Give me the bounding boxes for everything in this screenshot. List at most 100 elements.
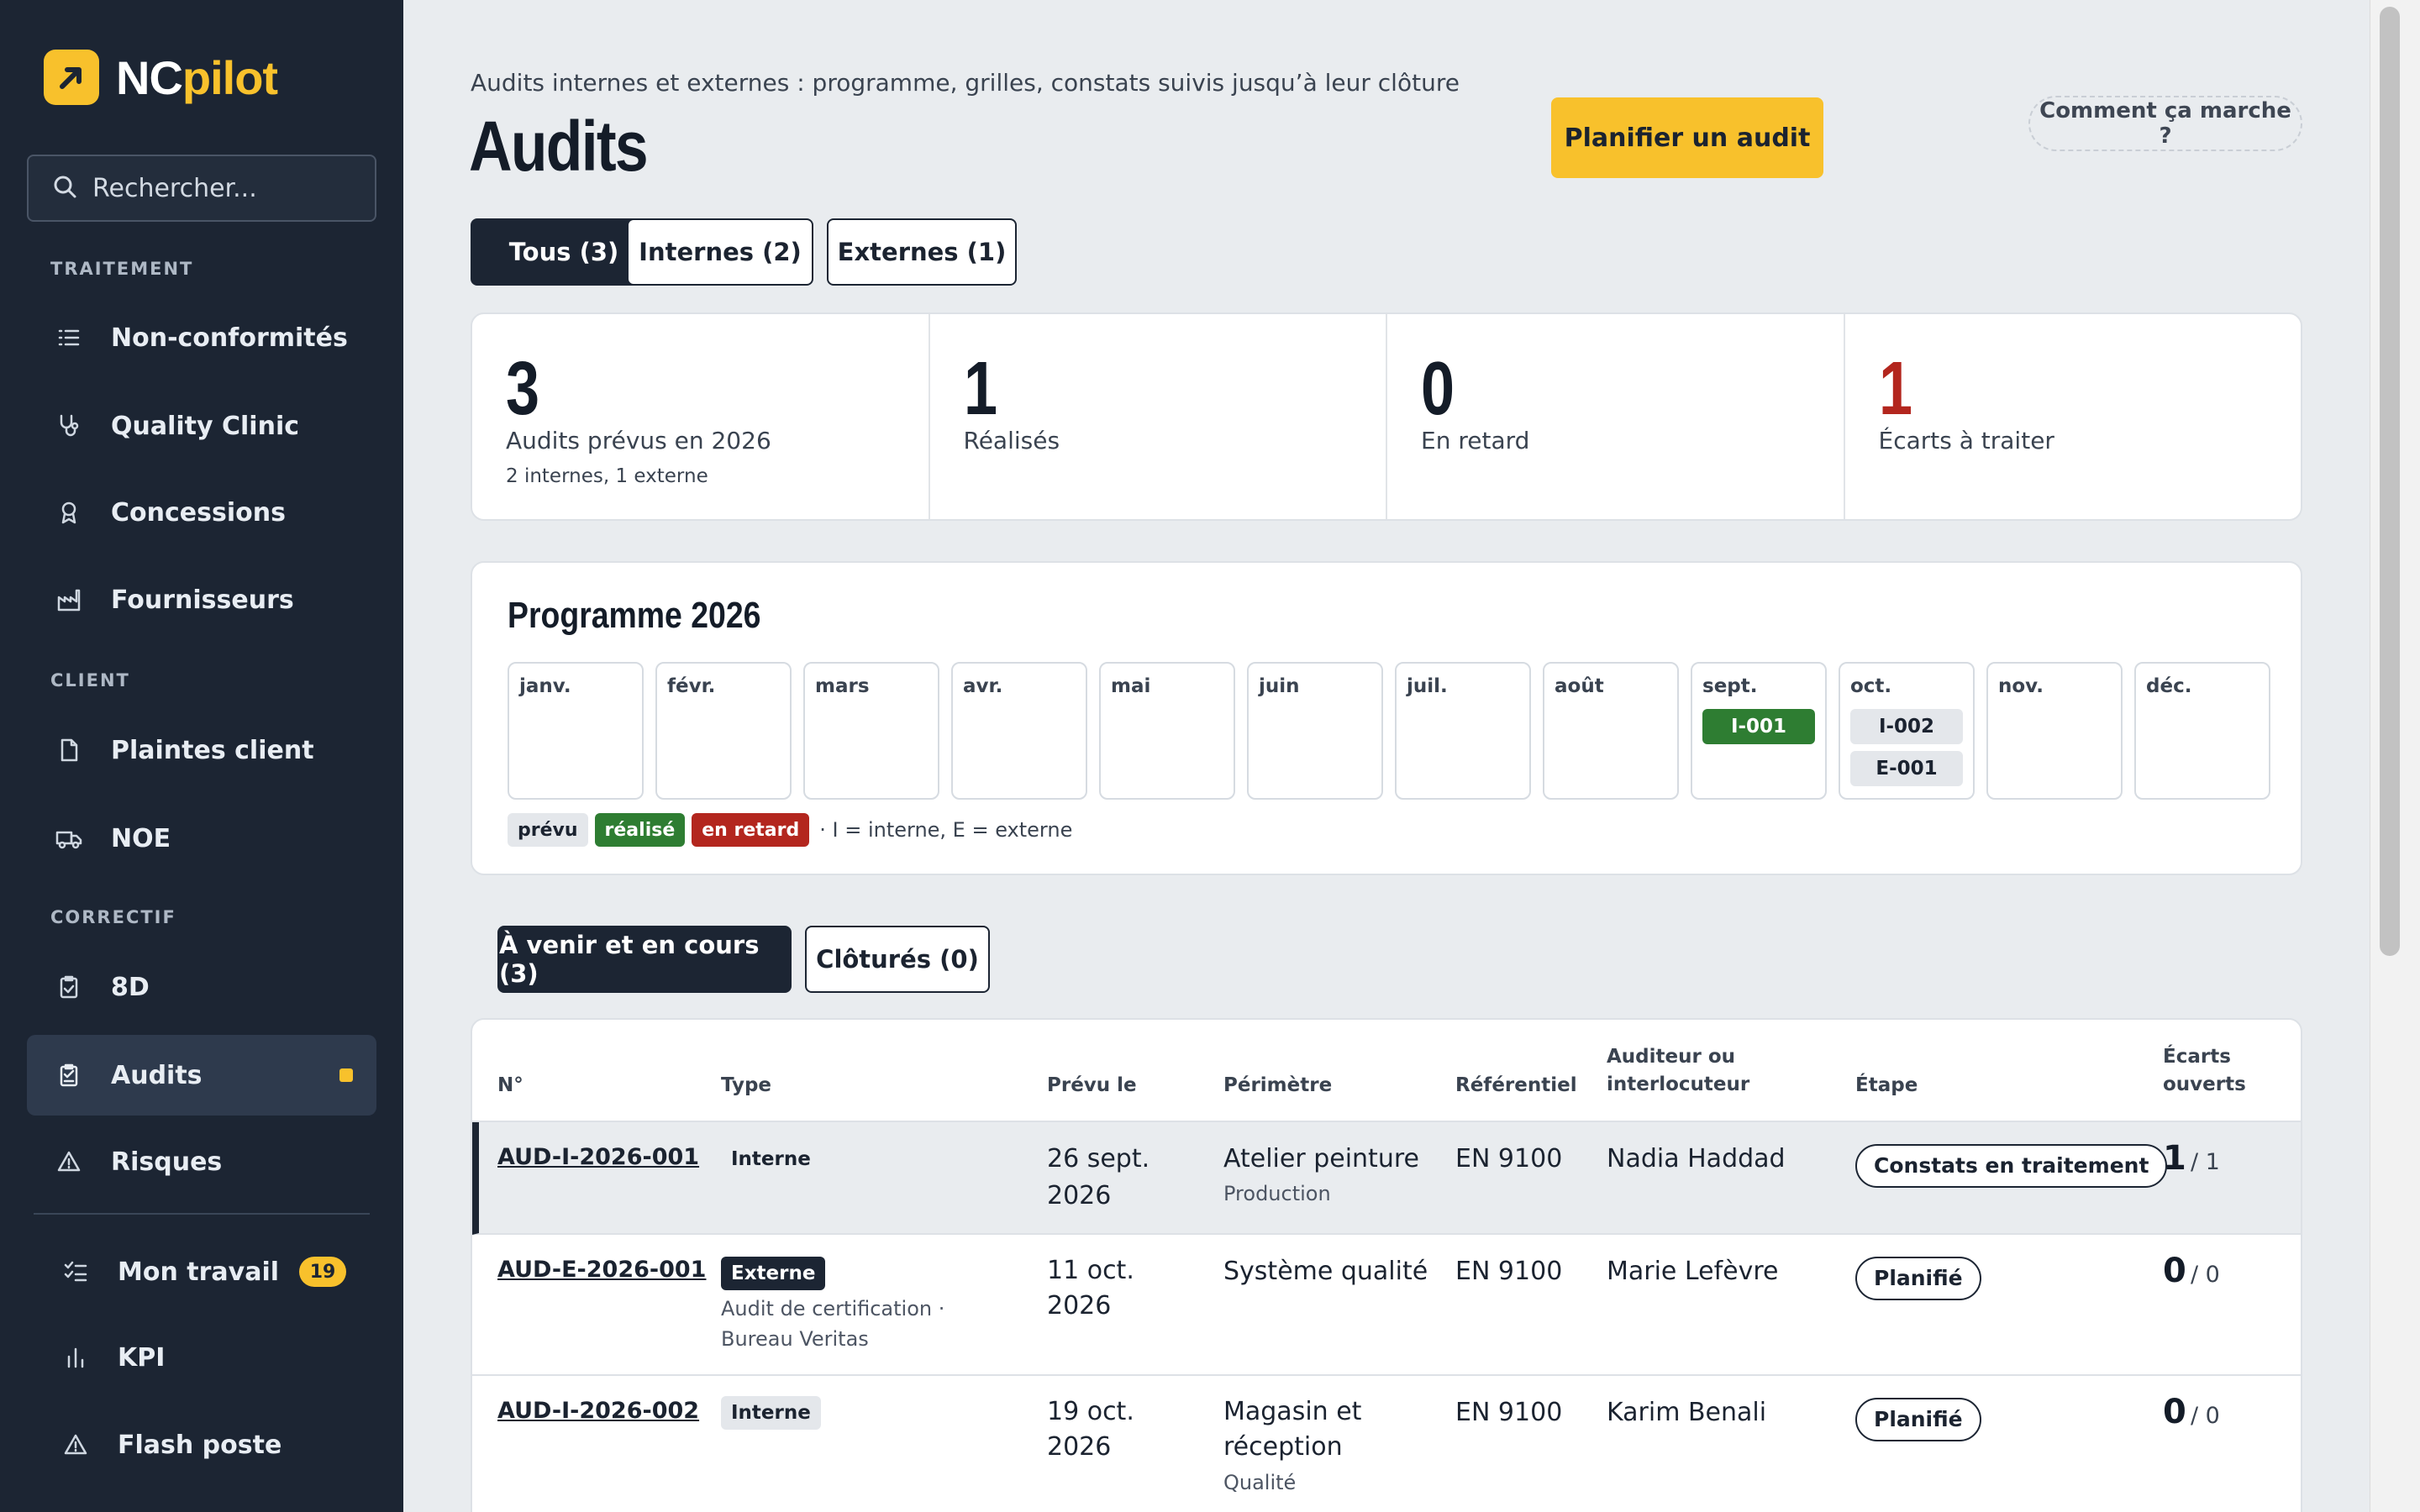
brand-name-part1: NC <box>116 50 183 104</box>
ecarts-total: / 1 <box>2190 1149 2220 1175</box>
month-name: déc. <box>2146 675 2192 697</box>
ecarts-open: 0 <box>2163 1393 2186 1431</box>
kpi-audits-prevus: 3 Audits prévus en 2026 2 internes, 1 ex… <box>472 314 930 519</box>
sidebar-item-concessions[interactable]: Concessions <box>27 472 376 553</box>
month-cell: nov. <box>1986 662 2123 800</box>
sidebar-item-plaintes-client[interactable]: Plaintes client <box>27 710 376 790</box>
kpi-realises: 1 Réalisés <box>930 314 1387 519</box>
page-subtitle: Audits internes et externes : programme,… <box>471 69 1460 97</box>
date-line1: 26 sept. <box>1047 1144 1150 1173</box>
sidebar-item-non-conformites[interactable]: Non-conformités <box>27 297 376 378</box>
sidebar-item-label: Mon travail <box>118 1257 280 1287</box>
type-sub-line1: Audit de certification · <box>721 1297 945 1320</box>
sidebar-item-label: Fournisseurs <box>111 585 294 615</box>
tab-clotures[interactable]: Clôturés (0) <box>805 926 990 993</box>
month-name: oct. <box>1850 675 1892 697</box>
section-label-correctif: CORRECTIF <box>50 907 176 927</box>
month-name: juil. <box>1407 675 1448 697</box>
page-title: Audits <box>469 107 649 186</box>
tab-a-venir[interactable]: À venir et en cours (3) <box>497 926 792 993</box>
work-count-badge: 19 <box>299 1257 346 1287</box>
month-cell: janv. <box>508 662 644 800</box>
perimetre-sub: Qualité <box>1223 1471 1297 1494</box>
active-indicator <box>339 1068 353 1082</box>
table-row[interactable]: AUD-I-2026-002 Interne 19 oct. 2026 Maga… <box>472 1376 2301 1512</box>
document-icon <box>52 733 86 767</box>
audit-chip[interactable]: I-002 <box>1850 709 1963 744</box>
column-header-auditeur-line2: interlocuteur <box>1607 1074 1750 1095</box>
section-label-client: CLIENT <box>50 670 130 690</box>
auditeur: Nadia Haddad <box>1607 1144 1786 1173</box>
month-chips: I-002 E-001 <box>1850 709 1963 786</box>
perimetre-sub: Production <box>1223 1182 1331 1205</box>
programme-months: janv. févr. mars avr. mai juin juil. aoû… <box>508 662 2270 800</box>
type-badge: Externe <box>721 1257 826 1290</box>
factory-icon <box>52 583 86 617</box>
column-header-auditeur: Auditeur ou interlocuteur <box>1607 1043 1749 1099</box>
month-cell: mai <box>1099 662 1235 800</box>
kpi-value: 1 <box>963 347 997 431</box>
sidebar-item-risques[interactable]: Risques <box>27 1121 376 1202</box>
column-header-type: Type <box>721 1074 772 1096</box>
sidebar-item-noe[interactable]: NOE <box>27 798 376 879</box>
programme-panel: Programme 2026 janv. févr. mars avr. mai… <box>471 561 2302 875</box>
kpi-label: En retard <box>1421 427 1530 454</box>
month-cell: oct. I-002 E-001 <box>1839 662 1975 800</box>
month-chips: I-001 <box>1702 709 1815 744</box>
app-root: NCpilot TRAITEMENT Non-conformités Quali… <box>0 0 2420 1512</box>
sidebar-item-fournisseurs[interactable]: Fournisseurs <box>27 559 376 640</box>
audit-id-link[interactable]: AUD-E-2026-001 <box>497 1257 706 1283</box>
month-name: nov. <box>1998 675 2044 697</box>
column-header-date: Prévu le <box>1047 1074 1137 1096</box>
month-name: juin <box>1259 675 1300 697</box>
type-sub-line2: Bureau Veritas <box>721 1327 869 1351</box>
legend-note: · I = interne, E = externe <box>819 818 1073 842</box>
audit-id-link[interactable]: AUD-I-2026-002 <box>497 1398 699 1424</box>
sidebar-item-label: Flash poste <box>118 1430 282 1460</box>
sidebar-item-label: NOE <box>111 823 171 853</box>
kpi-value: 3 <box>506 347 540 431</box>
kpi-sub: 2 internes, 1 externe <box>506 465 708 487</box>
brand-name: NCpilot <box>116 50 278 105</box>
column-header-num: N° <box>497 1074 523 1096</box>
sidebar-item-label: Concessions <box>111 497 286 528</box>
sidebar: NCpilot TRAITEMENT Non-conformités Quali… <box>0 0 403 1512</box>
truck-icon <box>52 822 86 855</box>
ecarts-total: / 0 <box>2190 1403 2220 1429</box>
brand-name-part2: pilot <box>182 50 278 104</box>
sidebar-item-8d[interactable]: 8D <box>27 947 376 1027</box>
perimetre-main: Atelier peinture <box>1223 1144 1419 1173</box>
ecarts-open: 0 <box>2163 1252 2186 1290</box>
search-icon <box>52 174 77 202</box>
legend-prevu: prévu <box>508 813 588 847</box>
audit-chip[interactable]: E-001 <box>1850 751 1963 786</box>
sidebar-item-label: Non-conformités <box>111 323 348 353</box>
search-input[interactable] <box>92 173 370 203</box>
list-icon <box>52 321 86 354</box>
month-name: août <box>1555 675 1604 697</box>
date-line1: 11 oct. <box>1047 1256 1134 1285</box>
sidebar-item-label: KPI <box>118 1342 166 1373</box>
plan-audit-button[interactable]: Planifier un audit <box>1551 97 1823 178</box>
sidebar-item-flash-poste[interactable]: Flash poste <box>27 1404 376 1485</box>
help-button[interactable]: Comment ça marche ? <box>2028 96 2302 151</box>
scrollbar-thumb[interactable] <box>2380 7 2400 956</box>
tab-internes[interactable]: Internes (2) <box>627 218 813 286</box>
brand[interactable]: NCpilot <box>44 47 278 108</box>
tab-externes[interactable]: Externes (1) <box>827 218 1017 286</box>
audit-id-link[interactable]: AUD-I-2026-001 <box>497 1144 699 1170</box>
legend-realise: réalisé <box>594 813 686 847</box>
month-cell: août <box>1543 662 1679 800</box>
table-row[interactable]: AUD-I-2026-001 Interne 26 sept. 2026 Ate… <box>472 1122 2301 1235</box>
sidebar-item-audits[interactable]: Audits <box>27 1035 376 1116</box>
type-badge: Interne <box>721 1396 821 1430</box>
sidebar-item-kpi[interactable]: KPI <box>27 1317 376 1398</box>
month-name: mars <box>815 675 870 697</box>
audit-chip[interactable]: I-001 <box>1702 709 1815 744</box>
sidebar-item-quality-clinic[interactable]: Quality Clinic <box>27 386 376 466</box>
award-icon <box>52 496 86 529</box>
table-row[interactable]: AUD-E-2026-001 Externe Audit de certific… <box>472 1235 2301 1376</box>
sidebar-item-mon-travail[interactable]: Mon travail 19 <box>27 1231 376 1312</box>
kpi-value: 1 <box>1878 347 1912 431</box>
perimetre-main: Magasin et <box>1223 1397 1362 1426</box>
